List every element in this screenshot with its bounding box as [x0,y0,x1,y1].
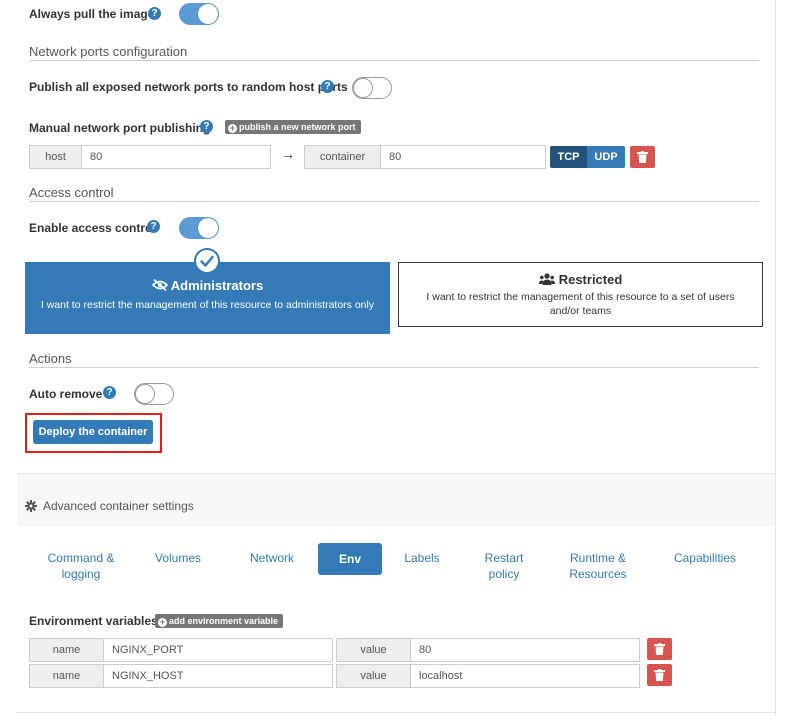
advanced-settings-title: Advanced container settings [43,499,194,513]
access-control-toggle[interactable] [179,217,219,239]
auto-remove-toggle[interactable] [134,383,174,405]
check-icon [200,255,214,267]
tab-env[interactable]: Env [318,543,382,575]
selected-check-icon [194,248,220,274]
remove-env-button[interactable] [647,638,672,660]
udp-button[interactable]: UDP [587,146,625,168]
publish-all-label: Publish all exposed network ports to ran… [29,80,348,94]
publish-all-toggle[interactable] [352,77,392,99]
tcp-button[interactable]: TCP [550,146,587,168]
panel-bottom-border [17,712,775,713]
tab-label: policy [488,567,520,581]
access-control-section-title: Access control [29,185,114,200]
help-icon[interactable]: ? [148,7,161,20]
always-pull-label: Always pull the image [29,7,155,21]
restricted-title: Restricted [558,272,623,287]
env-value-input[interactable]: localhost [410,664,640,688]
restricted-option[interactable]: Restricted I want to restrict the manage… [398,262,763,327]
users-icon [538,273,555,285]
tab-restart-policy[interactable]: Restart policy [474,550,534,582]
content-right-border [775,0,776,717]
env-name-input[interactable]: NGINX_PORT [103,638,333,662]
manual-port-label: Manual network port publishing [29,121,211,135]
administrators-description: I want to restrict the management of thi… [40,299,375,311]
tab-label: Env [338,552,361,566]
add-port-button[interactable]: + publish a new network port [225,120,361,134]
env-name-addon: name [29,664,104,688]
tab-labels[interactable]: Labels [397,550,447,566]
tab-label: Runtime & [569,551,627,565]
env-name-addon: name [29,638,104,662]
env-name-input[interactable]: NGINX_HOST [103,664,333,688]
section-divider [29,367,759,368]
help-icon[interactable]: ? [200,120,213,133]
section-divider [29,201,759,202]
tab-label: Network [249,551,294,565]
container-port-input[interactable]: 80 [380,145,546,169]
tab-label: Labels [404,551,440,565]
remove-env-button[interactable] [647,664,672,686]
network-ports-section-title: Network ports configuration [29,44,188,59]
tab-label: logging [61,567,101,581]
tab-label: Capabilities [673,551,737,565]
env-value-addon: value [336,638,411,662]
tab-label: Volumes [154,551,202,565]
env-value-addon: value [336,664,411,688]
add-port-label: publish a new network port [239,122,356,132]
administrators-title: Administrators [170,278,264,293]
env-value-input[interactable]: 80 [410,638,640,662]
host-addon: host [29,145,82,169]
help-icon[interactable]: ? [321,80,334,93]
section-divider [29,60,759,61]
administrators-title-row: Administrators [25,277,390,295]
tab-label: Command & [47,551,115,565]
actions-section-title: Actions [29,351,72,366]
tab-command-logging[interactable]: Command & logging [40,550,122,582]
tab-volumes[interactable]: Volumes [145,550,211,566]
host-port-input[interactable]: 80 [81,145,271,169]
arrow-right-icon: → [281,146,295,162]
trash-icon [654,643,665,655]
toggle-knob [198,218,218,238]
container-addon: container [304,145,381,169]
help-icon[interactable]: ? [147,220,160,233]
restricted-title-row: Restricted [399,271,762,289]
plus-icon: + [228,123,237,133]
tab-network[interactable]: Network [240,550,304,566]
tab-capabilities[interactable]: Capabilities [664,550,746,566]
trash-icon [637,151,648,163]
eye-slash-icon [151,278,168,292]
always-pull-toggle[interactable] [179,3,219,25]
remove-port-button[interactable] [630,146,655,168]
enable-access-label: Enable access control [29,221,156,235]
env-variables-label: Environment variables [29,614,158,628]
restricted-description: I want to restrict the management of thi… [426,291,735,317]
trash-icon [654,669,665,681]
add-env-button[interactable]: + add environment variable [155,614,284,628]
add-env-label: add environment variable [169,616,279,626]
tab-label: Restart [484,551,524,565]
tab-runtime-resources[interactable]: Runtime & Resources [560,550,636,582]
help-icon[interactable]: ? [103,386,116,399]
plus-icon: + [158,617,167,627]
tab-label: Resources [569,567,627,581]
toggle-knob [353,78,373,98]
toggle-knob [198,4,218,24]
gear-icon [25,500,37,512]
toggle-knob [135,384,155,404]
auto-remove-label: Auto remove [29,387,103,401]
deploy-container-button[interactable]: Deploy the container [33,420,153,444]
